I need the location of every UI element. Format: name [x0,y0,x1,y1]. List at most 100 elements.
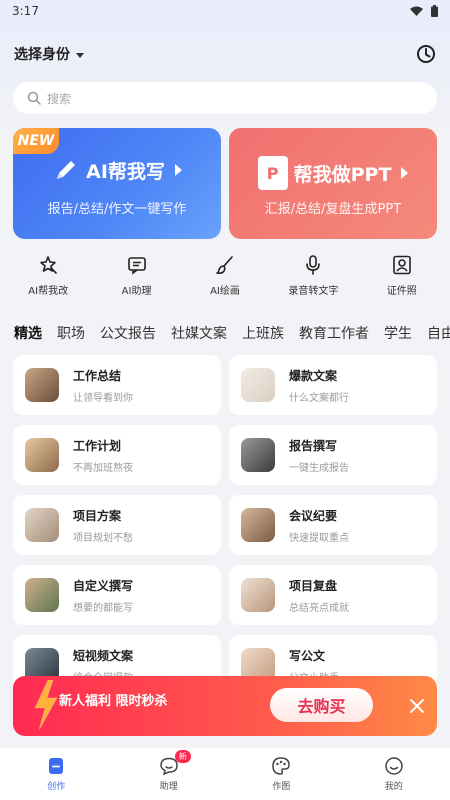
palette-icon [272,757,291,775]
new-badge: 新 [174,750,191,763]
tool-row: AI帮我改 AI助理 AI绘画 录音转文字 证件照 [0,254,450,298]
search-placeholder: 搜索 [47,91,72,106]
card-title: 工作计划 [73,438,122,453]
thumbnail-image [25,578,59,612]
nav-assistant[interactable]: 新 助理 [129,750,209,792]
ai-write-subtitle: 报告/总结/作文一键写作 [47,202,187,217]
card-title: 报告撰写 [289,438,338,453]
tool-label: AI绘画 [210,286,240,297]
card-title: 项目复盘 [289,578,338,593]
template-card[interactable]: 会议纪要 快速提取重点 [229,495,437,555]
tab-educators[interactable]: 教育工作者 [299,323,369,349]
header: 选择身份 [14,42,436,66]
status-time: 3:17 [12,4,39,18]
template-card[interactable]: 自定义撰写想要的都能写 [13,565,221,625]
battery-icon [431,5,438,17]
lightning-icon [34,680,58,730]
card-subtitle: 快速提取重点 [289,532,349,544]
nav-profile[interactable]: 我的 [354,756,434,792]
card-subtitle: 总结亮点成就 [289,602,349,614]
brush-icon [216,256,233,275]
tool-voice-to-text[interactable]: 录音转文字 [273,254,353,298]
arrow-right-icon [174,164,182,176]
tool-ai-edit[interactable]: AI帮我改 [8,254,88,298]
thumbnail-image [25,438,59,472]
card-title: 自定义撰写 [73,578,134,593]
promo-text: 新人福利 限时秒杀 [59,694,168,709]
card-title: 短视频文案 [73,648,134,663]
status-icons [410,5,438,17]
tool-label: 录音转文字 [288,286,339,297]
card-title: 项目方案 [73,508,122,523]
ai-write-title: AI帮我写 [86,160,165,183]
thumbnail-image [241,438,275,472]
magic-icon [40,256,57,274]
tool-ai-drawing[interactable]: AI绘画 [185,254,265,298]
ai-write-banner[interactable]: NEW AI帮我写 报告/总结/作文一键写作 [13,128,221,239]
card-subtitle: 项目规划不愁 [73,532,133,544]
identity-label: 选择身份 [14,47,70,63]
make-ppt-title: 帮我做PPT [293,163,392,186]
thumbnail-image [241,578,275,612]
card-title: 工作总结 [73,368,122,383]
tab-official-reports[interactable]: 公文报告 [100,323,156,349]
tool-ai-assistant[interactable]: AI助理 [97,254,177,298]
nav-create[interactable]: 创作 [16,756,96,792]
template-card[interactable]: 工作总结让领导看到你 [13,355,221,415]
tool-label: 证件照 [386,286,417,297]
make-ppt-banner[interactable]: P 帮我做PPT 汇报/总结/复盘生成PPT [229,128,437,239]
make-ppt-title-row: P 帮我做PPT [229,156,437,190]
template-card[interactable]: 项目复盘总结亮点成就 [229,565,437,625]
template-card[interactable]: 工作计划不再加班熬夜 [13,425,221,485]
identity-selector[interactable]: 选择身份 [14,44,84,64]
buy-button[interactable]: 去购买 [270,688,373,722]
template-card[interactable]: 爆款文案什么文案都行 [229,355,437,415]
clock-icon[interactable] [416,44,436,64]
search-icon [27,91,41,105]
template-grid: 工作总结让领导看到你 爆款文案什么文案都行 工作计划不再加班熬夜 报告撰写 一键生… [13,355,437,695]
tool-id-photo[interactable]: 证件照 [362,254,442,298]
card-subtitle: 想要的都能写 [73,602,133,614]
create-icon [49,758,64,774]
chat-icon [127,257,146,275]
bottom-nav: 创作 新 助理 作图 我的 [0,748,450,800]
make-ppt-subtitle: 汇报/总结/复盘生成PPT [264,202,402,217]
card-subtitle: 让领导看到你 [73,392,133,404]
search-bar[interactable]: 搜索 [13,82,437,114]
new-badge: NEW [13,128,59,154]
template-card[interactable]: 报告撰写 一键生成报告 [229,425,437,485]
nav-label: 作图 [272,782,291,792]
thumbnail-image [25,368,59,402]
ai-write-title-row: AI帮我写 [13,156,221,184]
card-subtitle: 什么文案都行 [289,392,349,404]
nav-label: 创作 [47,782,66,792]
tab-featured[interactable]: 精选 [14,323,42,349]
ppt-file-icon: P [257,156,288,190]
tool-label: AI助理 [121,286,152,297]
card-title: 写公文 [289,648,326,663]
tab-students[interactable]: 学生 [384,323,412,349]
tool-label: AI帮我改 [28,286,69,297]
thumbnail-image [25,508,59,542]
close-icon[interactable] [407,696,427,716]
category-tabs: 精选 职场 公文报告 社媒文案 上班族 教育工作者 学生 自由 [14,323,450,349]
profile-icon [385,757,403,775]
thumbnail-image [241,508,275,542]
thumbnail-image [241,368,275,402]
status-bar: 3:17 [0,0,450,22]
promo-banner[interactable]: 新人福利 限时秒杀 去购买 [13,676,437,736]
tab-workplace[interactable]: 职场 [57,323,85,349]
nav-draw[interactable]: 作图 [241,756,321,792]
tab-freelance[interactable]: 自由 [427,323,450,349]
card-title: 爆款文案 [289,368,338,383]
template-card[interactable]: 项目方案项目规划不愁 [13,495,221,555]
card-subtitle: 不再加班熬夜 [73,462,133,474]
id-photo-icon [392,255,411,275]
caret-down-icon [76,52,84,58]
nav-label: 我的 [384,782,403,792]
wifi-icon [410,6,423,16]
tab-office-workers[interactable]: 上班族 [242,323,284,349]
tab-social-media[interactable]: 社媒文案 [171,323,227,349]
arrow-right-icon [401,167,409,179]
pen-icon [57,161,76,179]
